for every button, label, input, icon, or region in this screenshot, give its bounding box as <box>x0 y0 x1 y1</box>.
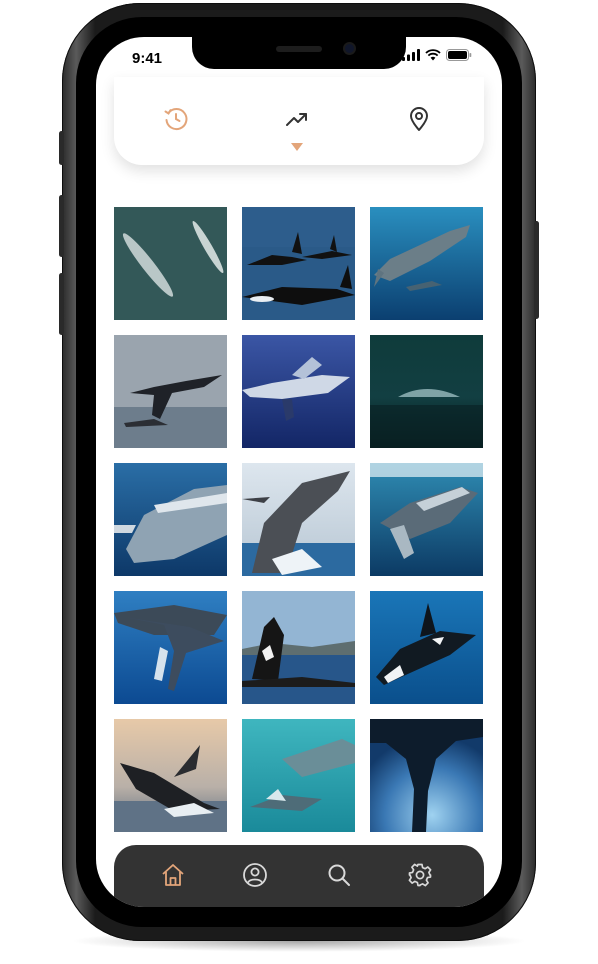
search-icon[interactable] <box>325 861 353 889</box>
notch <box>192 37 406 69</box>
photo-whales-turquoise[interactable] <box>242 719 355 832</box>
photo-orcas-surfacing[interactable] <box>242 207 355 320</box>
front-camera <box>345 44 354 53</box>
whale-photo-grid <box>114 207 484 832</box>
top-nav-card <box>114 77 484 165</box>
phone-bezel: 9:41 <box>76 17 522 927</box>
photo-humpback-breach-sunset[interactable] <box>114 719 227 832</box>
battery-icon <box>446 48 472 66</box>
home-icon[interactable] <box>159 861 187 889</box>
trending-up-icon[interactable] <box>283 105 311 133</box>
photo-orca-underwater[interactable] <box>370 591 483 704</box>
photo-whale-back-dark-sea[interactable] <box>370 335 483 448</box>
photo-orca-breach-coast[interactable] <box>242 591 355 704</box>
side-button-volume-up <box>59 195 64 257</box>
photo-whale-shark[interactable] <box>370 207 483 320</box>
active-tab-indicator <box>291 143 303 151</box>
photo-humpback-closeup[interactable] <box>114 463 227 576</box>
side-button-power <box>534 221 539 319</box>
photo-humpbacks-with-calf[interactable] <box>114 591 227 704</box>
clock-icon[interactable] <box>162 105 190 133</box>
wifi-icon <box>425 48 441 66</box>
photo-humpback-diving[interactable] <box>370 463 483 576</box>
photo-blue-whales-aerial[interactable] <box>114 207 227 320</box>
status-icons <box>402 48 472 66</box>
photo-humpback-breach[interactable] <box>242 463 355 576</box>
profile-icon[interactable] <box>241 861 269 889</box>
status-time: 9:41 <box>132 50 163 67</box>
photo-humpback-underwater[interactable] <box>242 335 355 448</box>
speaker <box>276 46 322 52</box>
side-button-silent <box>59 131 64 165</box>
signal-icon <box>402 48 420 66</box>
map-pin-icon[interactable] <box>405 105 433 133</box>
phone-frame: 9:41 <box>59 3 539 941</box>
photo-whale-tail-fluke[interactable] <box>114 335 227 448</box>
phone-screen: 9:41 <box>96 37 502 907</box>
bottom-nav-bar <box>114 845 484 907</box>
photo-whale-tail-underwater[interactable] <box>370 719 483 832</box>
side-button-volume-down <box>59 273 64 335</box>
settings-icon[interactable] <box>406 861 434 889</box>
